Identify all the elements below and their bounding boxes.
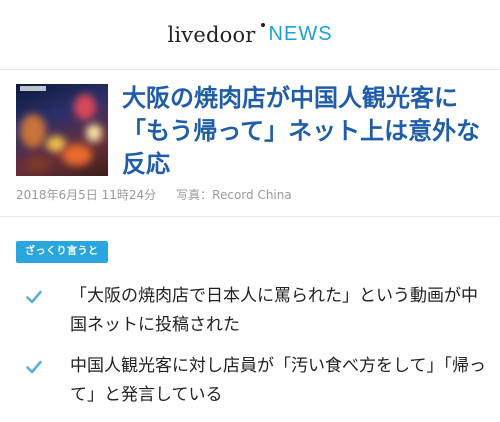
summary-item-text: 「大阪の焼肉店で日本人に罵られた」という動画が中国ネットに投稿された (70, 286, 478, 335)
article-headline[interactable]: 大阪の焼肉店が中国人観光客に「もう帰って」ネット上は意外な反応 (122, 82, 487, 181)
logo-dot (260, 22, 265, 27)
site-header: livedoor NEWS (0, 0, 500, 70)
thumbnail-light (20, 114, 46, 148)
livedoor-logo[interactable]: livedoor (167, 23, 255, 47)
summary-item: 中国人観光客に対し店員が「汚い食べ方をして」「帰って」と発言している (0, 352, 500, 410)
thumbnail-watermark (20, 86, 46, 91)
article-thumbnail[interactable] (16, 84, 108, 176)
summary-list: 「大阪の焼肉店で日本人に罵られた」という動画が中国ネットに投稿された 中国人観光… (0, 282, 500, 422)
article-meta: 2018年6月5日 11時24分 写真：Record China (16, 186, 292, 203)
photo-credit: 写真：Record China (176, 188, 292, 202)
thumbnail-light (74, 94, 96, 120)
summary-tag: ざっくり言うと (16, 241, 108, 263)
section-divider (0, 216, 500, 217)
publish-date: 2018年6月5日 11時24分 (16, 188, 157, 202)
thumbnail-light (86, 124, 102, 142)
check-icon (26, 360, 42, 374)
thumbnail-light (62, 144, 92, 166)
check-icon (26, 290, 42, 304)
thumbnail-light (26, 156, 50, 172)
summary-item-text: 中国人観光客に対し店員が「汚い食べ方をして」「帰って」と発言している (70, 356, 486, 405)
news-logo[interactable]: NEWS (269, 23, 333, 46)
summary-item: 「大阪の焼肉店で日本人に罵られた」という動画が中国ネットに投稿された (0, 282, 500, 340)
